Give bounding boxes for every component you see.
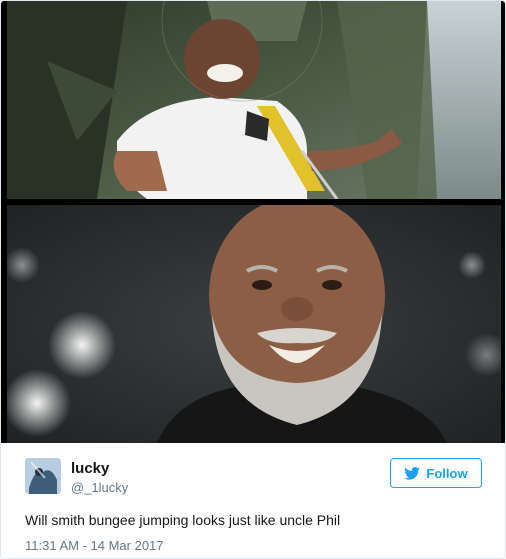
bungee-photo[interactable] (7, 1, 501, 199)
tweet-media[interactable] (1, 1, 505, 443)
user-handle[interactable]: @_1lucky (71, 480, 128, 495)
bungee-photo-art (7, 1, 501, 199)
tweet-timestamp[interactable]: 11:31 AM - 14 Mar 2017 (25, 538, 164, 553)
follow-button[interactable]: Follow (390, 458, 482, 488)
follow-label: Follow (426, 465, 468, 481)
portrait-photo-art (7, 205, 501, 443)
tweet-text: Will smith bungee jumping looks just lik… (25, 512, 341, 528)
user-avatar[interactable] (25, 458, 61, 494)
twitter-bird-icon (404, 466, 421, 480)
user-name[interactable]: lucky (71, 460, 109, 477)
avatar-image (25, 458, 61, 494)
portrait-photo[interactable] (7, 205, 501, 443)
tweet-card: lucky @_1lucky Follow Will smith bungee … (0, 0, 506, 559)
